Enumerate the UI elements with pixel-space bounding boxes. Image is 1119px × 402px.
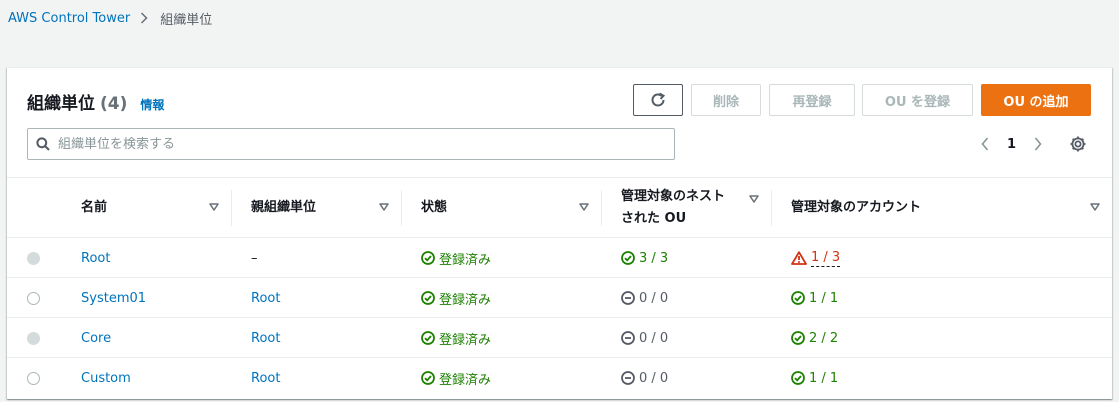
parent-ou[interactable]: Root xyxy=(251,331,280,346)
column-parent[interactable]: 親組織単位 xyxy=(231,178,401,238)
table-row[interactable]: Root – 登録済み 3 / 3 1 / 3 xyxy=(7,238,1112,278)
parent-ou[interactable]: Root xyxy=(251,291,280,306)
page-number[interactable]: 1 xyxy=(1007,137,1016,152)
page-title: 組織単位 (4) 情報 xyxy=(27,89,164,114)
state-text: 登録済み xyxy=(439,332,492,348)
column-nested-ou-label-line1: 管理対象のネスト xyxy=(621,189,726,204)
check-circle-icon xyxy=(791,371,805,385)
accounts-status: 1 / 1 xyxy=(791,371,838,386)
minus-circle-icon xyxy=(621,291,635,305)
minus-circle-icon xyxy=(621,331,635,345)
check-circle-icon xyxy=(421,251,435,265)
column-accounts-label: 管理対象のアカウント xyxy=(791,200,922,215)
row-select-radio[interactable] xyxy=(27,292,40,305)
ou-name-link[interactable]: Core xyxy=(81,331,111,346)
check-circle-icon xyxy=(791,291,805,305)
breadcrumb-current: 組織単位 xyxy=(160,12,213,28)
nested-ou-status: 0 / 0 xyxy=(621,331,668,346)
column-state-label: 状態 xyxy=(421,200,448,215)
parent-ou: – xyxy=(251,250,258,266)
pagination: 1 xyxy=(973,132,1050,156)
chevron-right-icon[interactable] xyxy=(1026,132,1050,156)
caret-down-icon xyxy=(1090,200,1100,215)
accounts-count: 1 / 1 xyxy=(809,290,839,306)
ou-panel: 組織単位 (4) 情報 削除 再登録 OU を登録 OU の追加 1 xyxy=(7,67,1112,399)
table-body: Root – 登録済み 3 / 3 1 / 3 System01 Root 登録済み 0 / 0… xyxy=(7,238,1112,398)
check-circle-icon xyxy=(421,371,435,385)
search-input[interactable] xyxy=(58,136,658,152)
caret-down-icon xyxy=(379,200,389,215)
accounts-count: 1 / 1 xyxy=(809,370,839,386)
nested-ou-count: 0 / 0 xyxy=(639,330,669,346)
reregister-button[interactable]: 再登録 xyxy=(769,84,855,116)
accounts-count: 2 / 2 xyxy=(809,330,839,346)
column-nested-ou-label-line2: された OU xyxy=(621,211,687,226)
nested-ou-status: 3 / 3 xyxy=(621,251,668,266)
ou-name-link[interactable]: System01 xyxy=(81,291,146,306)
table-row[interactable]: Core Root 登録済み 0 / 0 2 / 2 xyxy=(7,318,1112,358)
row-select-radio xyxy=(27,332,40,345)
caret-down-icon xyxy=(209,200,219,215)
caret-down-icon xyxy=(579,200,589,215)
parent-ou[interactable]: Root xyxy=(251,371,280,386)
chevron-right-icon xyxy=(140,12,148,24)
column-name[interactable]: 名前 xyxy=(61,178,231,238)
refresh-button[interactable] xyxy=(633,84,683,116)
state-text: 登録済み xyxy=(439,252,492,268)
state-status: 登録済み xyxy=(421,289,491,308)
nested-ou-status: 0 / 0 xyxy=(621,371,668,386)
ou-name-link[interactable]: Custom xyxy=(81,371,131,386)
delete-button[interactable]: 削除 xyxy=(691,84,761,116)
check-circle-icon xyxy=(421,331,435,345)
nested-ou-count: 3 / 3 xyxy=(639,250,669,266)
state-text: 登録済み xyxy=(439,292,492,308)
accounts-status: 2 / 2 xyxy=(791,331,838,346)
caret-down-icon xyxy=(749,192,759,207)
column-parent-label: 親組織単位 xyxy=(251,200,317,215)
panel-count: (4) xyxy=(100,94,128,114)
column-accounts[interactable]: 管理対象のアカウント xyxy=(771,178,1112,238)
nested-ou-status: 0 / 0 xyxy=(621,291,668,306)
search-icon xyxy=(36,137,50,151)
nested-ou-count: 0 / 0 xyxy=(639,290,669,306)
search-box xyxy=(27,128,675,160)
column-nested-ou[interactable]: 管理対象のネスト された OU xyxy=(601,178,771,238)
state-status: 登録済み xyxy=(421,249,491,268)
panel-title-text: 組織単位 xyxy=(27,94,95,114)
info-link[interactable]: 情報 xyxy=(140,96,164,113)
column-nested-ou-label: 管理対象のネスト された OU xyxy=(621,186,725,230)
refresh-icon xyxy=(649,91,667,109)
breadcrumb-root-link[interactable]: AWS Control Tower xyxy=(8,11,130,26)
nested-ou-count: 0 / 0 xyxy=(639,370,669,386)
column-state[interactable]: 状態 xyxy=(401,178,601,238)
minus-circle-icon xyxy=(621,371,635,385)
check-circle-icon xyxy=(791,331,805,345)
gear-icon[interactable] xyxy=(1067,133,1089,155)
row-select-radio xyxy=(27,252,40,265)
ou-table: 名前 親組織単位 状態 管理対象のネスト された OU 管理対象のアカウント R… xyxy=(7,177,1112,398)
register-ou-button[interactable]: OU を登録 xyxy=(862,84,973,116)
accounts-count: 1 / 3 xyxy=(811,249,841,267)
state-text: 登録済み xyxy=(439,372,492,388)
row-select-radio[interactable] xyxy=(27,372,40,385)
ou-name-link[interactable]: Root xyxy=(81,251,110,266)
table-row[interactable]: Custom Root 登録済み 0 / 0 1 / 1 xyxy=(7,358,1112,398)
table-header: 名前 親組織単位 状態 管理対象のネスト された OU 管理対象のアカウント xyxy=(7,177,1112,238)
state-status: 登録済み xyxy=(421,329,491,348)
column-name-label: 名前 xyxy=(81,200,108,215)
check-circle-icon xyxy=(421,291,435,305)
add-ou-button[interactable]: OU の追加 xyxy=(981,84,1091,116)
accounts-status[interactable]: 1 / 3 xyxy=(791,249,841,267)
accounts-status: 1 / 1 xyxy=(791,291,838,306)
check-circle-icon xyxy=(621,251,635,265)
warning-triangle-icon xyxy=(791,251,807,265)
table-row[interactable]: System01 Root 登録済み 0 / 0 1 / 1 xyxy=(7,278,1112,318)
state-status: 登録済み xyxy=(421,369,491,388)
breadcrumb: AWS Control Tower 組織単位 xyxy=(8,8,212,28)
chevron-left-icon[interactable] xyxy=(973,132,997,156)
